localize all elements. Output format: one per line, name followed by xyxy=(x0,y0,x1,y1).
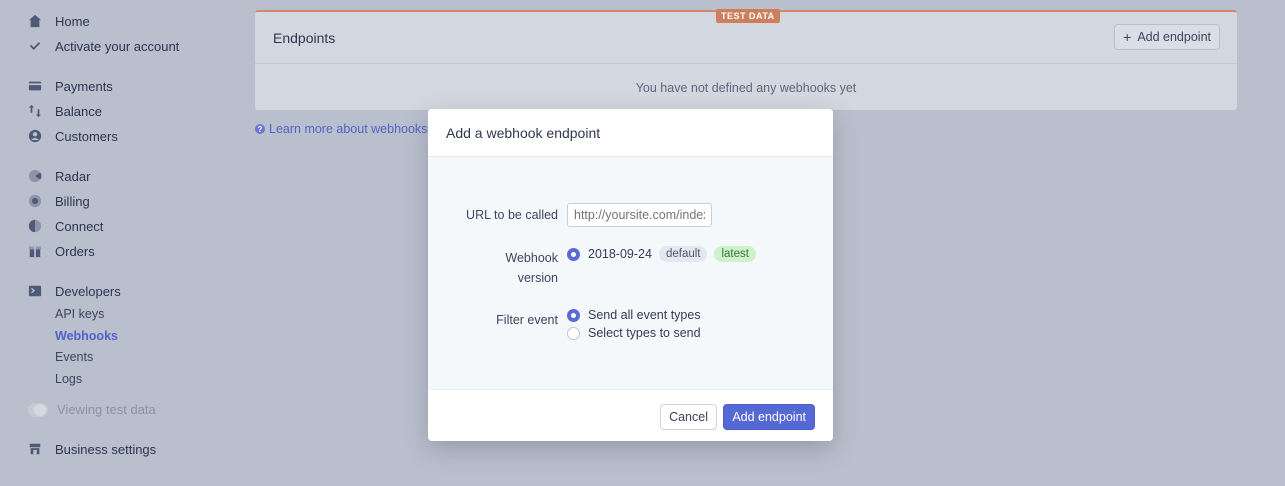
billing-icon xyxy=(26,193,44,209)
filter-select-radio[interactable] xyxy=(567,326,580,340)
orders-icon xyxy=(26,243,44,259)
developers-icon xyxy=(26,283,44,299)
filter-all-radio[interactable] xyxy=(567,308,580,322)
latest-tag: latest xyxy=(714,246,756,262)
radar-icon xyxy=(26,168,44,184)
version-label-line1: Webhook xyxy=(505,251,558,265)
version-value: 2018-09-24 xyxy=(588,247,652,261)
default-tag: default xyxy=(658,246,708,262)
version-label: Webhook version xyxy=(505,248,558,288)
url-input[interactable] xyxy=(567,203,712,227)
filter-all-label: Send all event types xyxy=(588,308,701,322)
url-label: URL to be called xyxy=(466,208,558,222)
customers-icon xyxy=(26,128,44,144)
test-data-badge: TEST DATA xyxy=(716,9,780,23)
test-data-label: Viewing test data xyxy=(57,402,156,417)
sidebar-item-label: Radar xyxy=(55,168,91,184)
test-data-toggle[interactable] xyxy=(28,402,48,417)
sidebar-item-label: Orders xyxy=(55,243,95,259)
sidebar-item-customers[interactable]: Customers xyxy=(26,126,118,146)
payments-icon xyxy=(26,78,44,94)
balance-icon xyxy=(26,103,44,119)
version-radio[interactable] xyxy=(567,247,580,261)
add-webhook-modal: Add a webhook endpoint URL to be called … xyxy=(428,109,833,441)
sidebar-item-radar[interactable]: Radar xyxy=(26,166,90,186)
version-option[interactable]: 2018-09-24 default latest xyxy=(567,246,756,262)
sidebar-item-label: Balance xyxy=(55,103,102,119)
sidebar-item-label: Billing xyxy=(55,193,90,209)
modal-footer: Cancel Add endpoint xyxy=(428,389,833,441)
sidebar-subitem-logs[interactable]: Logs xyxy=(55,372,82,386)
add-endpoint-button[interactable]: + Add endpoint xyxy=(1114,24,1220,50)
connect-icon xyxy=(26,218,44,234)
sidebar-subitem-events[interactable]: Events xyxy=(55,350,93,364)
help-icon: ? xyxy=(255,124,265,134)
home-icon xyxy=(26,13,44,29)
sidebar-item-label: Payments xyxy=(55,78,113,94)
learn-more-label: Learn more about webhooks xyxy=(269,122,428,136)
sidebar-item-label: Customers xyxy=(55,128,118,144)
sidebar-item-billing[interactable]: Billing xyxy=(26,191,90,211)
filter-option-select[interactable]: Select types to send xyxy=(567,326,701,340)
sidebar-item-label: Developers xyxy=(55,283,121,299)
sidebar-item-label: Connect xyxy=(55,218,104,234)
filter-option-all[interactable]: Send all event types xyxy=(567,308,701,322)
filter-select-label: Select types to send xyxy=(588,326,701,340)
plus-icon: + xyxy=(1123,29,1132,45)
endpoints-title: Endpoints xyxy=(273,30,336,46)
add-endpoint-label: Add endpoint xyxy=(1137,30,1211,44)
check-icon xyxy=(26,38,44,54)
modal-title: Add a webhook endpoint xyxy=(428,109,833,157)
sidebar-item-home[interactable]: Home xyxy=(26,11,90,31)
empty-state-message: You have not defined any webhooks yet xyxy=(635,81,857,95)
sidebar-item-developers[interactable]: Developers xyxy=(26,281,121,301)
sidebar-item-business-settings[interactable]: Business settings xyxy=(26,439,156,459)
learn-more-link[interactable]: ? Learn more about webhooks xyxy=(255,122,427,136)
sidebar-subitem-api-keys[interactable]: API keys xyxy=(55,307,104,321)
sidebar-item-label: Activate your account xyxy=(55,38,180,54)
sidebar: Home Activate your account Payments Bala… xyxy=(0,0,240,486)
sidebar-item-connect[interactable]: Connect xyxy=(26,216,103,236)
sidebar-subitem-webhooks[interactable]: Webhooks xyxy=(55,329,118,343)
sidebar-item-label: Business settings xyxy=(55,441,157,457)
sidebar-item-label: Home xyxy=(55,13,90,29)
business-icon xyxy=(26,441,44,457)
sidebar-item-payments[interactable]: Payments xyxy=(26,76,113,96)
test-data-toggle-row: Viewing test data xyxy=(28,402,156,417)
version-label-line2: version xyxy=(517,271,558,285)
filter-label: Filter event xyxy=(496,313,558,327)
sidebar-item-balance[interactable]: Balance xyxy=(26,101,102,121)
sidebar-item-orders[interactable]: Orders xyxy=(26,241,95,261)
endpoints-card: Endpoints + Add endpoint You have not de… xyxy=(255,10,1237,110)
sidebar-item-activate[interactable]: Activate your account xyxy=(26,36,179,56)
submit-add-endpoint-button[interactable]: Add endpoint xyxy=(723,404,815,430)
cancel-button[interactable]: Cancel xyxy=(660,404,717,430)
card-divider xyxy=(255,63,1237,64)
